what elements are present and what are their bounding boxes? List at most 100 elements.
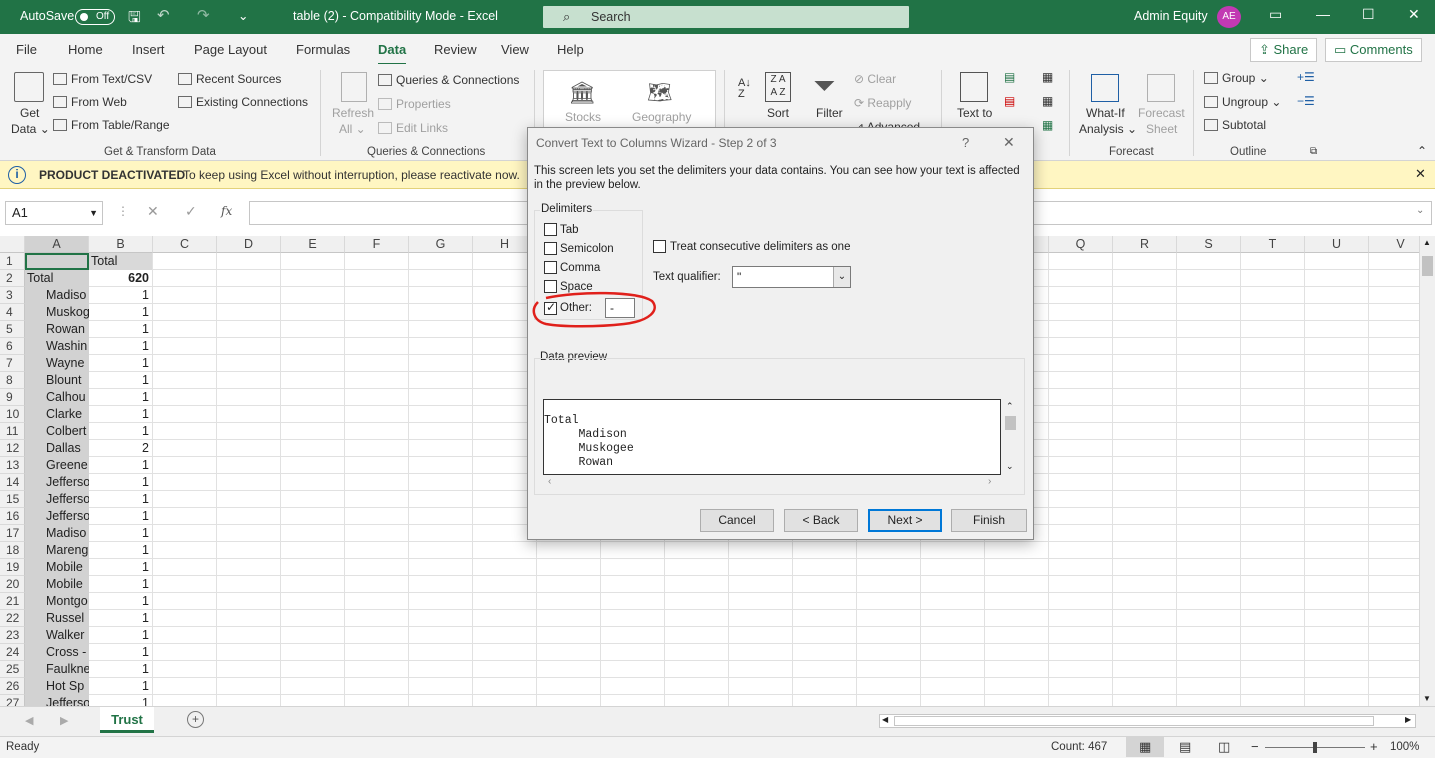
row-header[interactable]: 7 xyxy=(0,355,25,372)
cell-b[interactable]: 1 xyxy=(89,508,152,525)
comments-button[interactable]: ▭ Comments xyxy=(1325,38,1422,62)
column-header[interactable]: V xyxy=(1369,236,1419,253)
tab-home[interactable]: Home xyxy=(68,42,103,57)
cell-b[interactable]: 1 xyxy=(89,287,152,304)
cell-b[interactable]: 1 xyxy=(89,661,152,678)
column-header[interactable]: F xyxy=(345,236,409,253)
preview-scroll-down-icon[interactable]: ⌄ xyxy=(1006,461,1014,472)
row-header[interactable]: 6 xyxy=(0,338,25,355)
row-header[interactable]: 3 xyxy=(0,287,25,304)
properties-button[interactable]: Properties xyxy=(378,97,451,111)
cell-b[interactable]: 1 xyxy=(89,525,152,542)
cell-b[interactable]: 1 xyxy=(89,491,152,508)
cell-a[interactable]: Washin xyxy=(25,338,89,355)
cell-a[interactable]: Cross - xyxy=(25,644,89,661)
from-table-range-button[interactable]: From Table/Range xyxy=(53,118,170,132)
quick-access-chevron-icon[interactable]: ⌄ xyxy=(238,8,248,23)
ungroup-button[interactable]: Ungroup ⌄ xyxy=(1204,95,1281,109)
horizontal-scrollbar[interactable]: ◀ ▶ xyxy=(879,714,1416,728)
cell-b[interactable]: 1 xyxy=(89,593,152,610)
scroll-down-icon[interactable]: ▼ xyxy=(1423,694,1431,703)
refresh-all-label[interactable]: Refresh xyxy=(332,106,374,120)
row-header[interactable]: 12 xyxy=(0,440,25,457)
cell-a[interactable]: Mobile xyxy=(25,559,89,576)
add-sheet-icon[interactable]: + xyxy=(187,711,204,728)
get-data-label[interactable]: Get xyxy=(20,106,39,120)
close-dialog-button[interactable]: ✕ xyxy=(1003,134,1015,151)
column-header[interactable]: T xyxy=(1241,236,1305,253)
scroll-up-icon[interactable]: ▲ xyxy=(1423,238,1431,247)
hide-detail-icon[interactable]: −☰ xyxy=(1297,94,1315,108)
name-box[interactable]: A1 ▼ xyxy=(5,201,103,225)
redo-icon[interactable]: ↷ xyxy=(197,6,210,24)
consecutive-delimiters-label[interactable]: Treat consecutive delimiters as one xyxy=(670,241,850,253)
tab-review[interactable]: Review xyxy=(434,42,477,57)
stocks-label[interactable]: Stocks xyxy=(565,110,601,124)
row-header[interactable]: 20 xyxy=(0,576,25,593)
cell-b[interactable]: 1 xyxy=(89,474,152,491)
autosave-toggle[interactable]: Off xyxy=(75,9,115,25)
column-header[interactable]: B xyxy=(89,236,153,253)
sort-az-icon[interactable]: A↓ Z xyxy=(738,78,751,100)
cell-a[interactable]: Jefferso xyxy=(25,491,89,508)
cell-a[interactable]: Hot Sp xyxy=(25,678,89,695)
existing-connections-button[interactable]: Existing Connections xyxy=(178,95,308,109)
cell-a[interactable]: Calhou xyxy=(25,389,89,406)
row-header[interactable]: 19 xyxy=(0,559,25,576)
preview-scroll-thumb[interactable] xyxy=(1005,416,1016,430)
text-to-columns-label[interactable]: Text to xyxy=(957,106,992,120)
select-all-corner[interactable] xyxy=(0,236,25,253)
row-header[interactable]: 14 xyxy=(0,474,25,491)
row-header[interactable]: 8 xyxy=(0,372,25,389)
preview-vertical-scrollbar[interactable]: ⌃ ⌄ xyxy=(1002,399,1019,475)
zoom-in-icon[interactable]: + xyxy=(1370,739,1378,754)
reapply-button[interactable]: ⟳ Reapply xyxy=(854,96,911,110)
cell-a[interactable]: Muskog xyxy=(25,304,89,321)
cell-a[interactable]: Clarke xyxy=(25,406,89,423)
zoom-slider-thumb[interactable] xyxy=(1313,742,1317,753)
relationships-icon[interactable]: ▦ xyxy=(1042,94,1053,108)
sheet-label[interactable]: Sheet xyxy=(1146,122,1177,136)
geography-label[interactable]: Geography xyxy=(632,110,691,124)
preview-scroll-left-icon[interactable]: ‹ xyxy=(548,476,551,487)
save-icon[interactable]: 🖫 xyxy=(128,7,141,32)
column-header[interactable]: R xyxy=(1113,236,1177,253)
cell-a[interactable]: Jefferso xyxy=(25,695,89,706)
cancel-button[interactable]: Cancel xyxy=(700,509,774,532)
cell-b[interactable]: 1 xyxy=(89,576,152,593)
maximize-icon[interactable]: ☐ xyxy=(1362,6,1375,23)
column-header[interactable]: S xyxy=(1177,236,1241,253)
clear-button[interactable]: ⊘ Clear xyxy=(854,72,896,86)
tab-file[interactable]: File xyxy=(16,42,37,57)
manage-data-model-icon[interactable]: ▦ xyxy=(1042,118,1053,132)
horizontal-scroll-thumb[interactable] xyxy=(894,716,1374,726)
cell-a[interactable]: Montgo xyxy=(25,593,89,610)
row-header[interactable]: 13 xyxy=(0,457,25,474)
chevron-down-icon[interactable]: ⌄ xyxy=(833,267,850,287)
cell-b[interactable]: 1 xyxy=(89,542,152,559)
consecutive-delimiters-checkbox[interactable] xyxy=(653,240,666,253)
what-if-label[interactable]: What-If xyxy=(1086,106,1125,120)
enter-formula-icon[interactable]: ✓ xyxy=(185,203,197,220)
avatar[interactable]: AE xyxy=(1217,6,1241,28)
back-button[interactable]: < Back xyxy=(784,509,858,532)
semicolon-checkbox[interactable] xyxy=(544,242,557,255)
from-text-csv-button[interactable]: From Text/CSV xyxy=(53,72,152,86)
cell-a[interactable]: Rowan xyxy=(25,321,89,338)
cell-a[interactable]: Mobile xyxy=(25,576,89,593)
tab-checkbox-label[interactable]: Tab xyxy=(560,224,579,236)
close-notification-icon[interactable]: ✕ xyxy=(1415,166,1426,182)
cell-b[interactable]: 1 xyxy=(89,559,152,576)
cell-a[interactable]: Greene xyxy=(25,457,89,474)
cell-a[interactable]: Mareng xyxy=(25,542,89,559)
column-header[interactable]: C xyxy=(153,236,217,253)
help-button[interactable]: ? xyxy=(962,135,969,150)
row-header[interactable]: 9 xyxy=(0,389,25,406)
tab-formulas[interactable]: Formulas xyxy=(296,42,350,57)
undo-icon[interactable]: ↶ xyxy=(157,6,170,24)
column-header[interactable]: U xyxy=(1305,236,1369,253)
cell-b[interactable]: 1 xyxy=(89,610,152,627)
cell-b[interactable]: 1 xyxy=(89,457,152,474)
cell-a[interactable]: Madiso xyxy=(25,525,89,542)
tab-insert[interactable]: Insert xyxy=(132,42,165,57)
